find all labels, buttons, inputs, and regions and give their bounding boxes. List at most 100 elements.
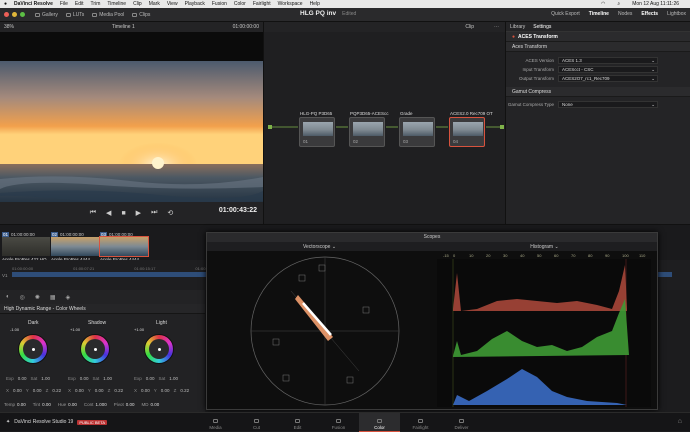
home-icon[interactable]: ⌂ — [678, 418, 682, 425]
param-md[interactable]: MD 0.00 — [141, 402, 159, 407]
menu-file[interactable]: File — [60, 1, 68, 7]
luts-button[interactable]: LUTs — [65, 12, 84, 18]
tab-library[interactable]: Library — [510, 24, 525, 30]
page-deliver[interactable]: Deliver — [441, 413, 482, 432]
apple-icon[interactable]: ● — [4, 1, 7, 7]
menu-help[interactable]: Help — [310, 1, 320, 7]
play-reverse-icon[interactable]: ◀ — [106, 209, 111, 217]
close-window-button[interactable] — [4, 12, 9, 17]
chevron-down-icon: ⌄ — [651, 101, 655, 107]
viewer[interactable] — [0, 32, 263, 209]
node-04[interactable]: ACES2.0 Rec709 OT 04 — [449, 111, 493, 147]
node-02[interactable]: PQP3D65-ACEScc 02 — [349, 111, 389, 147]
param-pivot[interactable]: Pivot 0.00 — [114, 402, 135, 407]
app-menu[interactable]: DaVinci Resolve — [14, 1, 53, 7]
menu-fusion[interactable]: Fusion — [212, 1, 227, 7]
param-tint[interactable]: Tint 0.00 — [33, 402, 51, 407]
page-fusion[interactable]: Fusion — [318, 413, 359, 432]
param-cont[interactable]: Cont 1.000 — [84, 402, 107, 407]
param-hue[interactable]: Hue 0.00 — [58, 402, 77, 407]
wheel-params: Exp 0.00 Sat 1.00 — [6, 376, 51, 381]
gallery-icon — [35, 12, 40, 17]
wheel-handle[interactable] — [94, 348, 97, 351]
svg-text:70: 70 — [571, 253, 576, 258]
wheel-xyz: X 0.00 Y 0.00 Z 0.22 — [134, 388, 190, 393]
menu-color[interactable]: Color — [234, 1, 246, 7]
clip-thumb[interactable]: 0201:00:00:00 Apple ProRes 4444 — [51, 231, 99, 262]
menu-edit[interactable]: Edit — [75, 1, 84, 7]
menu-timeline[interactable]: Timeline — [107, 1, 126, 7]
page-color[interactable]: Color — [359, 413, 400, 432]
search-icon[interactable]: ⌕ — [617, 1, 620, 7]
skip-start-icon[interactable]: ⏮ — [90, 209, 96, 217]
wheel-handle[interactable] — [32, 348, 35, 351]
node-03[interactable]: Grade 03 — [399, 111, 435, 147]
collapse-icon[interactable]: ● — [512, 34, 515, 40]
skip-end-icon[interactable]: ⏭ — [151, 209, 157, 217]
page-fairlight[interactable]: Fairlight — [400, 413, 441, 432]
vectorscope-select[interactable]: Vectorscope ⌄ — [207, 242, 432, 251]
node-01[interactable]: HLG-PQ P3D65 01 — [299, 111, 335, 147]
wifi-icon[interactable]: ◠ — [601, 1, 605, 7]
aces-version-select[interactable]: ACES 1.3 ⌄ — [558, 57, 658, 64]
gallery-button[interactable]: Gallery — [35, 12, 58, 18]
play-icon[interactable]: ▶ — [136, 209, 141, 217]
section-gamut-compress[interactable]: Gamut Compress — [506, 87, 690, 97]
page-media[interactable]: Media — [195, 413, 236, 432]
hdr-icon[interactable]: ✺ — [35, 294, 40, 301]
wheels-icon[interactable]: ◎ — [20, 294, 25, 301]
effects-button[interactable]: Effects — [641, 11, 658, 17]
page-edit[interactable]: Edit — [277, 413, 318, 432]
gamut-compress-label: Gamut Compress Type — [507, 102, 554, 107]
gamut-compress-select[interactable]: None ⌄ — [558, 101, 658, 108]
clip-thumb-selected[interactable]: 0301:00:00:00 Apple ProRes 4444 — [99, 231, 149, 262]
nodes-button[interactable]: Nodes — [618, 11, 632, 17]
rgb-mixer-icon[interactable]: ▦ — [50, 294, 56, 301]
motion-icon[interactable]: ◈ — [66, 294, 71, 301]
clips-button[interactable]: Clips — [132, 12, 150, 18]
menu-mark[interactable]: Mark — [149, 1, 160, 7]
menu-clip[interactable]: Clip — [133, 1, 142, 7]
zoom-window-button[interactable] — [20, 12, 25, 17]
luts-icon — [65, 12, 71, 17]
scopes-title: Scopes — [207, 233, 657, 242]
svg-text:100: 100 — [622, 253, 629, 258]
zoom-select[interactable]: 38% — [4, 24, 14, 30]
clip-thumb[interactable]: 0101:00:00:00 Apple ProRes 422 HQ — [2, 231, 50, 262]
media-pool-button[interactable]: Media Pool — [92, 12, 124, 18]
fairlight-page-icon — [418, 419, 423, 423]
clock[interactable]: Mon 12 Aug 11:11:26 — [632, 1, 679, 7]
clip-timecode: 01:00:00:00 — [109, 231, 133, 237]
menu-playback[interactable]: Playback — [185, 1, 205, 7]
input-transform-select[interactable]: ACEScct - CSC ⌄ — [558, 66, 658, 73]
quick-export-button[interactable]: Quick Export — [551, 11, 580, 17]
loop-icon[interactable]: ⟲ — [167, 209, 173, 217]
wheel-handle[interactable] — [158, 348, 161, 351]
media-pool-icon — [92, 12, 98, 17]
svg-text:110: 110 — [639, 253, 646, 258]
menu-fairlight[interactable]: Fairlight — [253, 1, 271, 7]
curves-icon[interactable]: ◐ — [6, 294, 10, 300]
effect-title[interactable]: ● ACES Transform — [506, 32, 690, 42]
scopes-window[interactable]: Scopes Vectorscope ⌄ Histogram ⌄ -15 0 1… — [206, 232, 658, 410]
menu-view[interactable]: View — [167, 1, 178, 7]
timeline-name[interactable]: Timeline 1 — [112, 24, 135, 30]
timeline-button[interactable]: Timeline — [589, 11, 609, 17]
macos-menu-bar: ● DaVinci Resolve File Edit Trim Timelin… — [0, 0, 690, 8]
node-label: Grade — [400, 111, 413, 116]
minimize-window-button[interactable] — [12, 12, 17, 17]
effects-panel: Library Settings ● ACES Transform Aces T… — [505, 22, 690, 224]
histogram-select[interactable]: Histogram ⌄ — [432, 242, 657, 251]
menu-trim[interactable]: Trim — [91, 1, 101, 7]
vectorscope — [250, 256, 400, 406]
stop-icon[interactable]: ■ — [121, 210, 125, 217]
menu-workspace[interactable]: Workspace — [278, 1, 303, 7]
lightbox-button[interactable]: Lightbox — [667, 11, 686, 17]
page-cut[interactable]: Cut — [236, 413, 277, 432]
section-aces-transform[interactable]: Aces Transform — [506, 42, 690, 52]
param-temp[interactable]: Temp 0.00 — [4, 402, 26, 407]
clip-number: 03 — [100, 231, 108, 237]
tab-settings[interactable]: Settings — [533, 24, 551, 30]
output-transform-select[interactable]: ACES2O7_rc1_Rec709 ⌄ — [558, 75, 658, 82]
node-editor[interactable]: Clip ⋯ HLG-PQ P3D65 01 PQP3D65-ACEScc 02… — [263, 22, 505, 224]
